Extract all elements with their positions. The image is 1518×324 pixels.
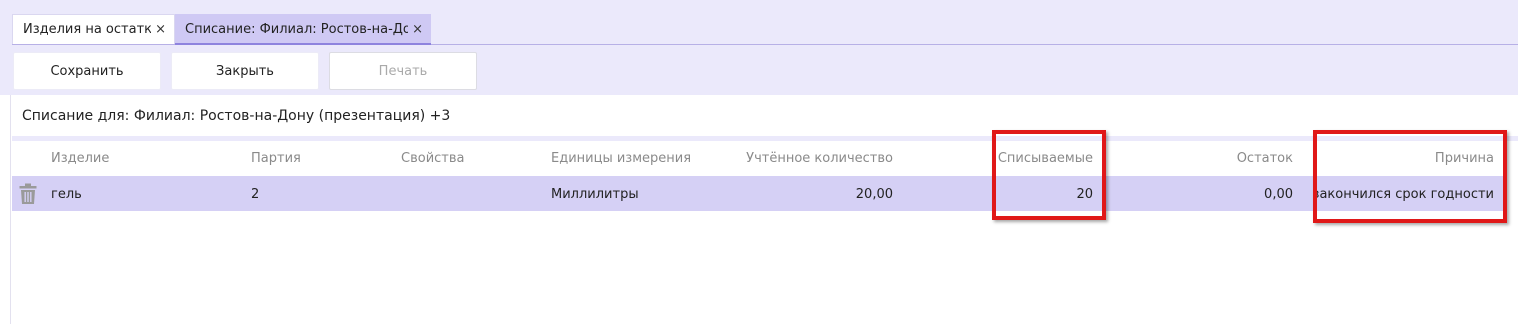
column-header-product[interactable]: Изделие — [51, 151, 109, 166]
tab-label: Изделия на остатке — [23, 22, 152, 37]
trash-icon[interactable] — [19, 183, 37, 205]
tab-writeoff[interactable]: Списание: Филиал: Ростов-на-До... × — [175, 14, 431, 44]
tab-label: Списание: Филиал: Ростов-на-До... — [185, 21, 409, 37]
close-icon[interactable]: × — [155, 22, 166, 37]
tab-products-in-stock[interactable]: Изделия на остатке × — [12, 14, 175, 44]
cell-remainder: 0,00 — [1264, 187, 1293, 202]
section-divider — [12, 136, 1518, 141]
panel-border — [10, 95, 11, 324]
print-button[interactable]: Печать — [329, 52, 477, 90]
highlight-box-reason — [1313, 130, 1507, 223]
close-icon[interactable]: × — [412, 22, 423, 37]
cell-batch: 2 — [251, 187, 260, 202]
cell-units: Миллилитры — [551, 187, 639, 202]
cell-counted: 20,00 — [855, 187, 893, 202]
column-header-counted[interactable]: Учтённое количество — [746, 151, 893, 166]
column-header-units[interactable]: Единицы измерения — [551, 151, 691, 166]
column-header-remainder[interactable]: Остаток — [1237, 151, 1293, 166]
highlight-box-writeoff — [992, 130, 1106, 220]
page-title: Списание для: Филиал: Ростов-на-Дону (пр… — [22, 108, 451, 124]
tab-strip: Изделия на остатке × Списание: Филиал: Р… — [12, 14, 431, 44]
cell-product: гель — [51, 187, 82, 202]
column-header-batch[interactable]: Партия — [251, 151, 301, 166]
active-tab-indicator — [175, 43, 431, 45]
column-header-properties[interactable]: Свойства — [401, 151, 465, 166]
close-button[interactable]: Закрыть — [171, 52, 319, 90]
save-button[interactable]: Сохранить — [13, 52, 161, 90]
